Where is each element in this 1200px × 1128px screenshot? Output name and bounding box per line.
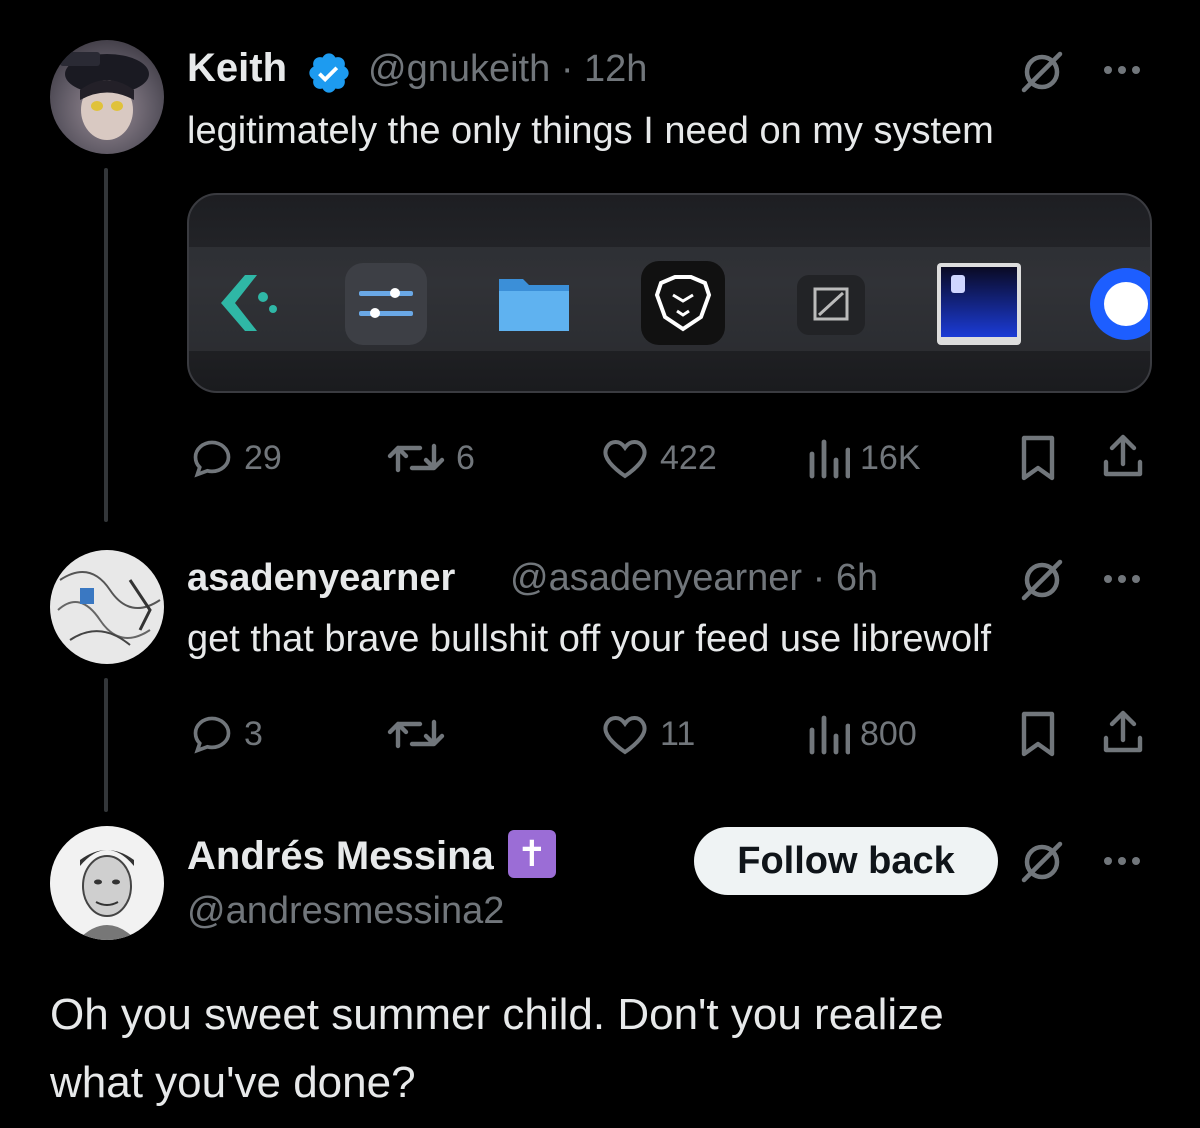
follow-back-button[interactable]: Follow back xyxy=(694,827,998,895)
heart-icon xyxy=(603,439,647,479)
grok-icon[interactable] xyxy=(1018,556,1066,604)
tweet-media[interactable] xyxy=(187,193,1152,393)
zed-editor-icon xyxy=(797,275,865,335)
tweet-text-line2: what you've done? xyxy=(50,1058,416,1107)
author-handle[interactable]: @andresmessina2 xyxy=(187,890,504,933)
settings-sliders-icon xyxy=(345,263,427,345)
tweet-text: get that brave bullshit off your feed us… xyxy=(187,618,992,660)
bookmark-icon[interactable] xyxy=(1018,434,1058,482)
reply-button[interactable]: 3 xyxy=(190,712,263,756)
avatar-asadenyearner[interactable] xyxy=(50,550,164,664)
tweet-time[interactable]: 12h xyxy=(584,48,647,90)
views-chart-icon xyxy=(809,715,850,755)
reply-icon xyxy=(193,716,231,754)
views-button[interactable]: 800 xyxy=(808,712,917,756)
views-chart-icon xyxy=(809,439,850,479)
tweet-text-line1: Oh you sweet summer child. Don't you rea… xyxy=(50,990,944,1039)
more-options-icon[interactable] xyxy=(1104,857,1140,865)
repost-icon xyxy=(387,719,445,749)
author-name[interactable]: Keith xyxy=(187,46,287,91)
reply-icon xyxy=(193,440,231,478)
verified-badge-icon xyxy=(309,53,349,93)
share-icon[interactable] xyxy=(1100,432,1146,480)
blue-sun-icon xyxy=(1085,263,1150,345)
reply-button[interactable]: 29 xyxy=(190,436,282,480)
more-options-icon[interactable] xyxy=(1104,575,1140,583)
files-folder-icon xyxy=(493,263,575,345)
cross-badge-icon: ✝ xyxy=(507,830,556,879)
bookmark-icon[interactable] xyxy=(1018,710,1058,758)
thread-line xyxy=(104,168,108,522)
terminal-icon xyxy=(937,263,1021,345)
tweet-text: legitimately the only things I need on m… xyxy=(187,110,994,152)
avatar-andresmessina[interactable] xyxy=(50,826,164,940)
brave-lion-icon xyxy=(641,261,725,345)
thread-line xyxy=(104,678,108,812)
grok-icon[interactable] xyxy=(1018,48,1066,96)
grok-icon[interactable] xyxy=(1018,838,1066,886)
author-handle[interactable]: @gnukeith xyxy=(368,48,550,90)
share-icon[interactable] xyxy=(1100,708,1146,756)
repost-button[interactable]: 6 xyxy=(386,436,475,480)
author-name[interactable]: asadenyearner xyxy=(187,557,455,600)
kde-connect-icon xyxy=(205,263,287,345)
views-button[interactable]: 16K xyxy=(808,436,921,480)
avatar-keith[interactable] xyxy=(50,40,164,154)
tweet-meta: @asadenyearner · 6h xyxy=(510,557,879,599)
heart-icon xyxy=(603,715,647,755)
author-handle[interactable]: @asadenyearner xyxy=(510,557,802,599)
repost-icon xyxy=(387,443,445,473)
like-button[interactable]: 422 xyxy=(600,436,717,480)
tweet-time[interactable]: 6h xyxy=(836,557,878,599)
like-button[interactable]: 11 xyxy=(600,712,695,756)
repost-button[interactable] xyxy=(386,712,456,756)
more-options-icon[interactable] xyxy=(1104,66,1140,74)
author-name[interactable]: Andrés Messina ✝ xyxy=(187,830,556,882)
tweet-meta: @gnukeith · 12h xyxy=(368,48,648,90)
